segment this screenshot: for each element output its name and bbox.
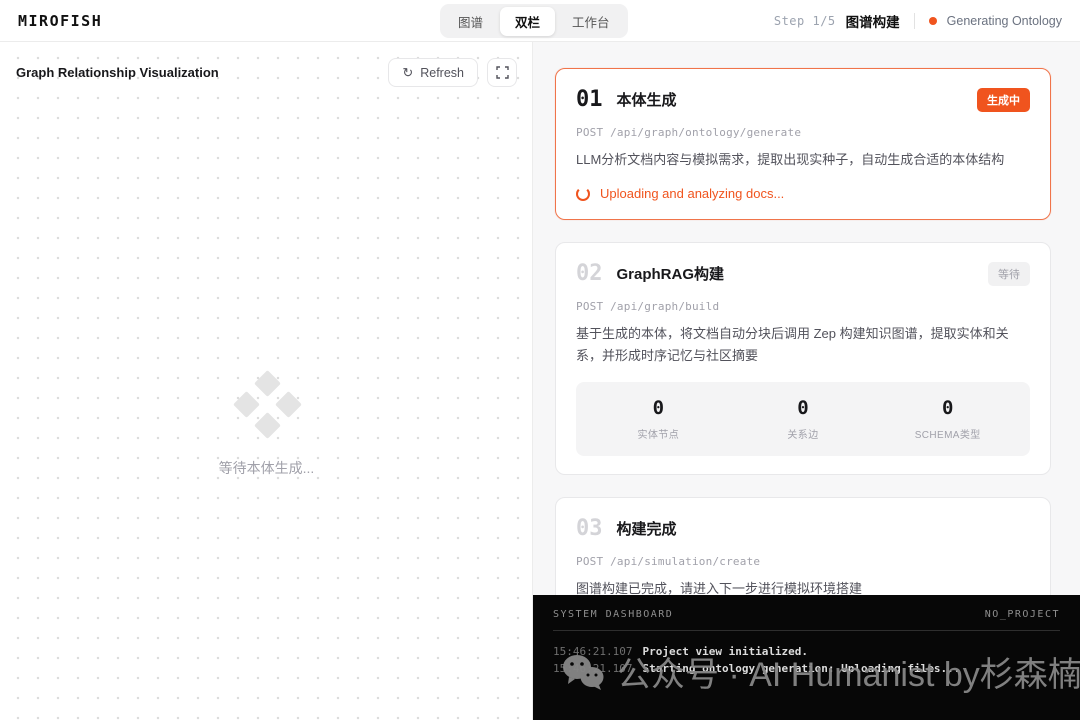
- progress-status-text: Uploading and analyzing docs...: [600, 186, 785, 202]
- terminal-project-name: NO_PROJECT: [984, 609, 1060, 620]
- terminal-title: SYSTEM DASHBOARD: [553, 609, 674, 620]
- refresh-icon: ↻: [402, 64, 414, 80]
- stat-value: 0: [652, 397, 665, 420]
- step-indicator: Step 1/5 图谱构建 Generating Ontology: [774, 0, 1062, 42]
- spinner-icon: [576, 186, 590, 201]
- top-header: MIROFISH 图谱 双栏 工作台 Step 1/5 图谱构建 Generat…: [0, 0, 1080, 42]
- status-text: Generating Ontology: [946, 14, 1062, 28]
- viz-title: Graph Relationship Visualization: [16, 65, 219, 80]
- fullscreen-button[interactable]: [487, 58, 517, 87]
- step-description: LLM分析文档内容与模拟需求，提取出现实种子，自动生成合适的本体结构: [576, 152, 1005, 167]
- view-switcher: 图谱 双栏 工作台: [440, 4, 628, 38]
- terminal-header: SYSTEM DASHBOARD NO_PROJECT: [553, 609, 1060, 620]
- step-card-ontology-generation: 01 本体生成 生成中 POST /api/graph/ontology/gen…: [555, 68, 1051, 221]
- step-title: 构建完成: [616, 521, 677, 539]
- step-title: GraphRAG构建: [616, 266, 725, 284]
- progress-status: Uploading and analyzing docs...: [576, 186, 1030, 201]
- tab-workbench[interactable]: 工作台: [557, 7, 625, 36]
- step-number: 03: [576, 516, 603, 542]
- status-badge: 等待: [988, 261, 1030, 286]
- refresh-button[interactable]: ↻ Refresh: [388, 58, 478, 87]
- fullscreen-icon: [495, 66, 509, 79]
- waiting-text: 等待本体生成...: [218, 460, 315, 476]
- pipeline-steps-panel: 01 本体生成 生成中 POST /api/graph/ontology/gen…: [533, 42, 1080, 595]
- graph-stats: 0 实体节点 0 关系边 0 SCHEMA类型: [576, 382, 1030, 457]
- viz-actions: ↻ Refresh: [388, 58, 517, 87]
- step-card-graphrag-build: 02 GraphRAG构建 等待 POST /api/graph/build 基…: [555, 242, 1051, 476]
- step-label: Step 1/5: [773, 14, 836, 28]
- step-number: 02: [576, 261, 603, 287]
- terminal-divider: [553, 630, 1060, 631]
- api-endpoint: POST /api/graph/build: [576, 300, 720, 314]
- stat-value: 0: [941, 397, 954, 420]
- watermark: 公众号 · AI Humanist by杉森楠: [561, 647, 1080, 696]
- divider: [913, 13, 915, 29]
- step-title: 本体生成: [616, 92, 677, 109]
- stat-label: SCHEMA类型: [914, 430, 981, 442]
- status-badge: 生成中: [977, 87, 1030, 112]
- step-description: 基于生成的本体，将文档自动分块后调用 Zep 构建知识图谱，提取实体和关系，并形…: [576, 326, 1009, 363]
- graph-visualization-panel: Graph Relationship Visualization ↻ Refre…: [0, 42, 533, 720]
- watermark-text: 公众号 · AI Humanist by杉森楠: [617, 656, 1080, 694]
- viz-header: Graph Relationship Visualization ↻ Refre…: [0, 58, 532, 87]
- system-dashboard-terminal: SYSTEM DASHBOARD NO_PROJECT 15:46:21.107…: [533, 595, 1080, 720]
- step-description: 图谱构建已完成，请进入下一步进行模拟环境搭建: [576, 581, 863, 595]
- stat-schema-types: 0 SCHEMA类型: [875, 397, 1020, 441]
- tab-two-column[interactable]: 双栏: [500, 6, 556, 36]
- step-title: 图谱构建: [845, 15, 900, 30]
- tab-graph[interactable]: 图谱: [443, 7, 498, 36]
- refresh-label: Refresh: [420, 65, 464, 80]
- stat-relation-edges: 0 关系边: [731, 397, 876, 441]
- wechat-icon: [561, 653, 605, 691]
- diamond-loader-icon: [232, 370, 302, 439]
- step-card-build-complete: 03 构建完成 POST /api/simulation/create 图谱构建…: [555, 497, 1051, 595]
- stat-entity-nodes: 0 实体节点: [586, 397, 731, 441]
- stat-label: 关系边: [787, 430, 819, 442]
- stat-value: 0: [797, 397, 809, 420]
- api-endpoint: POST /api/graph/ontology/generate: [576, 126, 802, 139]
- app-logo: MIROFISH: [18, 12, 103, 30]
- graph-loading-state: 等待本体生成...: [0, 370, 532, 478]
- stat-label: 实体节点: [637, 430, 680, 442]
- status-dot-icon: [928, 17, 937, 25]
- step-number: 01: [576, 87, 603, 112]
- api-endpoint: POST /api/simulation/create: [576, 555, 761, 569]
